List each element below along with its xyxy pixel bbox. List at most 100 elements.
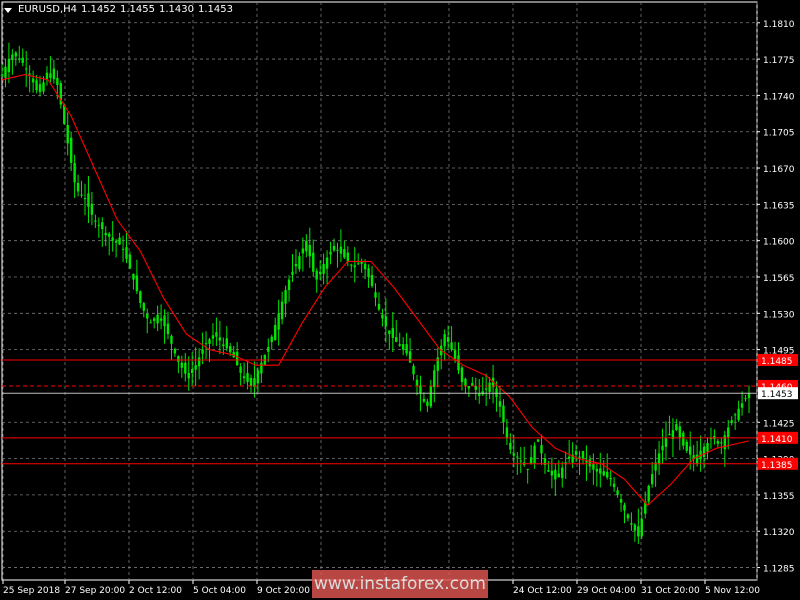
candle-body (152, 318, 156, 321)
candle-body (367, 268, 370, 277)
candle-body (108, 233, 111, 237)
candle-body (540, 445, 543, 454)
candle-body (370, 274, 374, 287)
candle-body (287, 279, 291, 291)
candle-body (56, 77, 59, 86)
candle-body (69, 137, 73, 163)
candle-body (21, 57, 24, 63)
candle-body (633, 524, 637, 531)
candle-body (547, 470, 550, 472)
candle-body (242, 376, 246, 379)
candle-body (595, 468, 599, 472)
candle-body (675, 424, 678, 431)
candle-body (619, 499, 623, 503)
candle-body (225, 338, 228, 349)
candle-body (308, 244, 311, 257)
candle-body (18, 58, 21, 60)
candle-body (536, 439, 540, 442)
candle-body (657, 453, 661, 465)
candle-body (142, 303, 145, 311)
candle-body (149, 322, 152, 324)
plot-frame (1, 1, 758, 581)
x-tick-label: 2 Oct 12:00 (129, 586, 182, 596)
candle-body (197, 357, 201, 367)
price-chart[interactable]: 1.1810 1.1775 1.1740 1.1705 1.1670 1.1635 1.16… (0, 0, 800, 600)
watermark-banner: www.instaforex.com (312, 570, 488, 598)
candle-body (177, 355, 180, 362)
candle-body (429, 385, 433, 407)
candle-body (163, 315, 166, 327)
high-value: 1.1455 (120, 4, 156, 15)
y-tick-label: 1.1670 (763, 165, 795, 175)
candle-body (315, 270, 318, 280)
y-tick-label: 1.1705 (763, 129, 795, 139)
candle-body (4, 66, 7, 78)
candle-body (381, 314, 384, 319)
candle-body (422, 398, 426, 402)
candle-body (405, 344, 408, 354)
candle-body (567, 456, 571, 459)
candle-body (588, 459, 592, 467)
candle-body (502, 405, 505, 423)
candle-body (661, 445, 664, 451)
y-tick-label: 1.1285 (763, 565, 795, 575)
candle-body (474, 385, 477, 390)
candle-body (336, 249, 339, 251)
y-tick-label: 1.1425 (763, 419, 795, 429)
candle-body (453, 349, 457, 359)
candle-body (111, 237, 114, 241)
candle-body (80, 194, 83, 196)
candle-body (592, 463, 595, 470)
candle-body (395, 337, 398, 342)
candle-body (325, 257, 329, 269)
candle-body (363, 263, 367, 270)
current-price-label: 1.1453 (761, 390, 793, 400)
level-label: 1.1385 (761, 461, 793, 471)
candle-body (73, 162, 76, 183)
candle-body (426, 401, 429, 406)
x-tick-label: 5 Nov 12:00 (705, 586, 760, 596)
dropdown-arrow-icon[interactable] (4, 7, 12, 13)
candle-body (312, 252, 315, 272)
candle-body (239, 366, 242, 373)
candle-body (484, 388, 488, 390)
candle-body (353, 265, 356, 268)
candle-body (391, 327, 394, 338)
x-tick-label: 5 Oct 04:00 (193, 586, 246, 596)
candle-body (436, 357, 439, 371)
candle-body (419, 385, 422, 394)
y-tick-label: 1.1320 (763, 528, 795, 538)
candle-body (294, 264, 298, 267)
candle-body (135, 275, 139, 292)
y-tick-label: 1.1355 (763, 492, 795, 502)
candle-body (31, 78, 35, 83)
candle-body (125, 247, 128, 259)
candle-body (63, 105, 66, 124)
candle-body (685, 441, 688, 451)
candle-body (170, 335, 173, 344)
candle-body (733, 414, 737, 416)
candle-body (184, 362, 187, 374)
candle-body (623, 504, 626, 511)
candle-body (612, 483, 616, 488)
candle-body (398, 344, 401, 346)
candle-body (727, 427, 730, 438)
candle-body (187, 372, 190, 379)
candle-body (702, 446, 706, 457)
candle-body (11, 54, 14, 61)
low-value: 1.1430 (159, 4, 195, 15)
candle-body (256, 370, 260, 384)
candle-body (505, 427, 509, 438)
candle-body (277, 313, 280, 330)
candle-body (35, 80, 38, 91)
candle-body (25, 68, 28, 70)
candle-body (401, 344, 405, 350)
level-label: 1.1410 (761, 435, 793, 445)
candle-body (76, 182, 80, 192)
candle-body (682, 432, 685, 446)
candle-body (377, 303, 381, 310)
candle-body (737, 408, 740, 420)
candle-body (412, 365, 415, 375)
candle-body (38, 84, 42, 93)
candle-body (90, 203, 94, 215)
